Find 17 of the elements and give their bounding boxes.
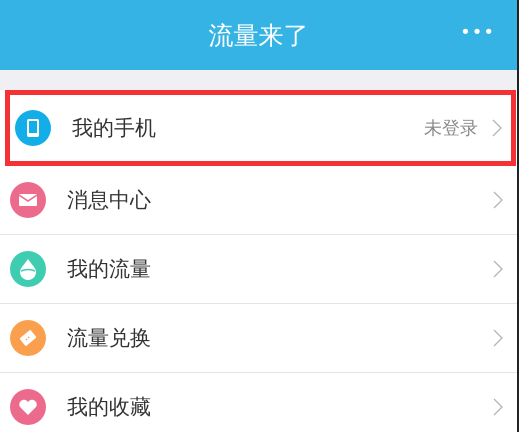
menu-item[interactable]: 我的流量	[0, 235, 517, 304]
menu-label: 消息中心	[67, 187, 152, 214]
chevron-icon	[493, 260, 503, 278]
chevron-icon	[493, 398, 503, 416]
menu-label: 我的手机	[72, 115, 157, 142]
menu-item[interactable]: 消息中心	[0, 166, 517, 235]
menu-label: 我的流量	[67, 256, 152, 283]
menu-label: 流量兑换	[67, 325, 152, 352]
menu-item[interactable]: 我的收藏	[0, 373, 517, 432]
chevron-icon	[493, 191, 503, 209]
login-status: 未登录	[424, 117, 478, 140]
app-title: 流量来了	[208, 20, 308, 52]
chevron-icon	[493, 329, 503, 347]
chevron-icon	[492, 119, 502, 137]
menu-item[interactable]: 我的手机 未登录	[5, 90, 516, 166]
menu-label: 我的收藏	[67, 394, 152, 421]
menu-item[interactable]: 流量兑换	[0, 304, 517, 373]
